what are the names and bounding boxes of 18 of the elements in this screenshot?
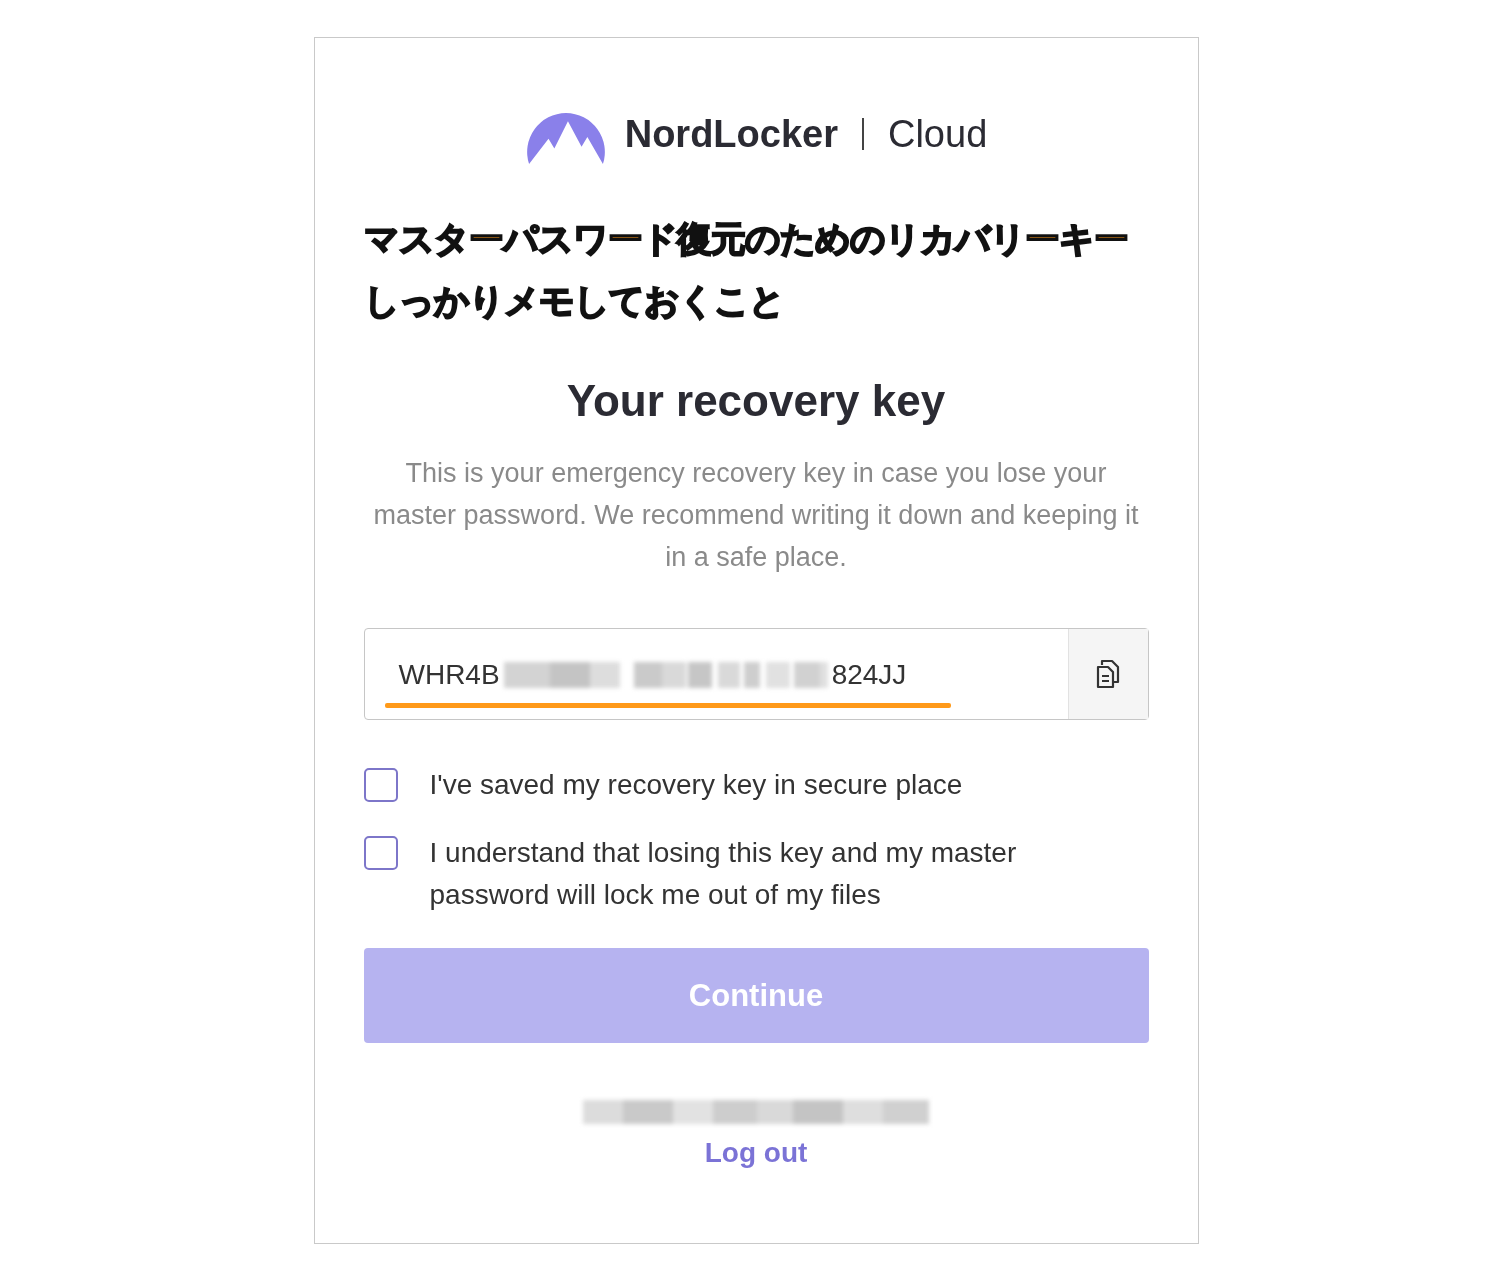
recovery-key-field[interactable]: WHR4B 824JJ bbox=[363, 628, 1149, 720]
description-text: This is your emergency recovery key in case you lose your master password. We recommend writing it down and keeping it in a safe place. bbox=[372, 457, 1140, 574]
key-end-text: 824JJ bbox=[831, 658, 907, 691]
checkbox[interactable] bbox=[363, 768, 398, 802]
annotation-text: しっかりメモしておくこと bbox=[363, 280, 785, 323]
checkbox[interactable] bbox=[363, 836, 398, 870]
product-name: Cloud bbox=[888, 112, 988, 156]
annotation-text: マスターパスワード復元のためのリカバリーキー bbox=[363, 218, 1129, 261]
copy-icon bbox=[1094, 658, 1122, 690]
checkbox-label: I understand that losing this key and my master password will lock me out of my files bbox=[429, 836, 1018, 912]
logout-link[interactable]: Log out bbox=[704, 1137, 808, 1169]
copy-button[interactable] bbox=[1067, 629, 1148, 719]
blurred-key-icon bbox=[503, 659, 828, 690]
brand-name: NordLocker bbox=[624, 112, 838, 156]
blurred-email-icon bbox=[583, 1097, 929, 1127]
checkbox-label: I've saved my recovery key in secure place bbox=[429, 768, 964, 802]
dialog-title: Your recovery key bbox=[566, 376, 946, 426]
key-start-text: WHR4B bbox=[398, 658, 500, 691]
